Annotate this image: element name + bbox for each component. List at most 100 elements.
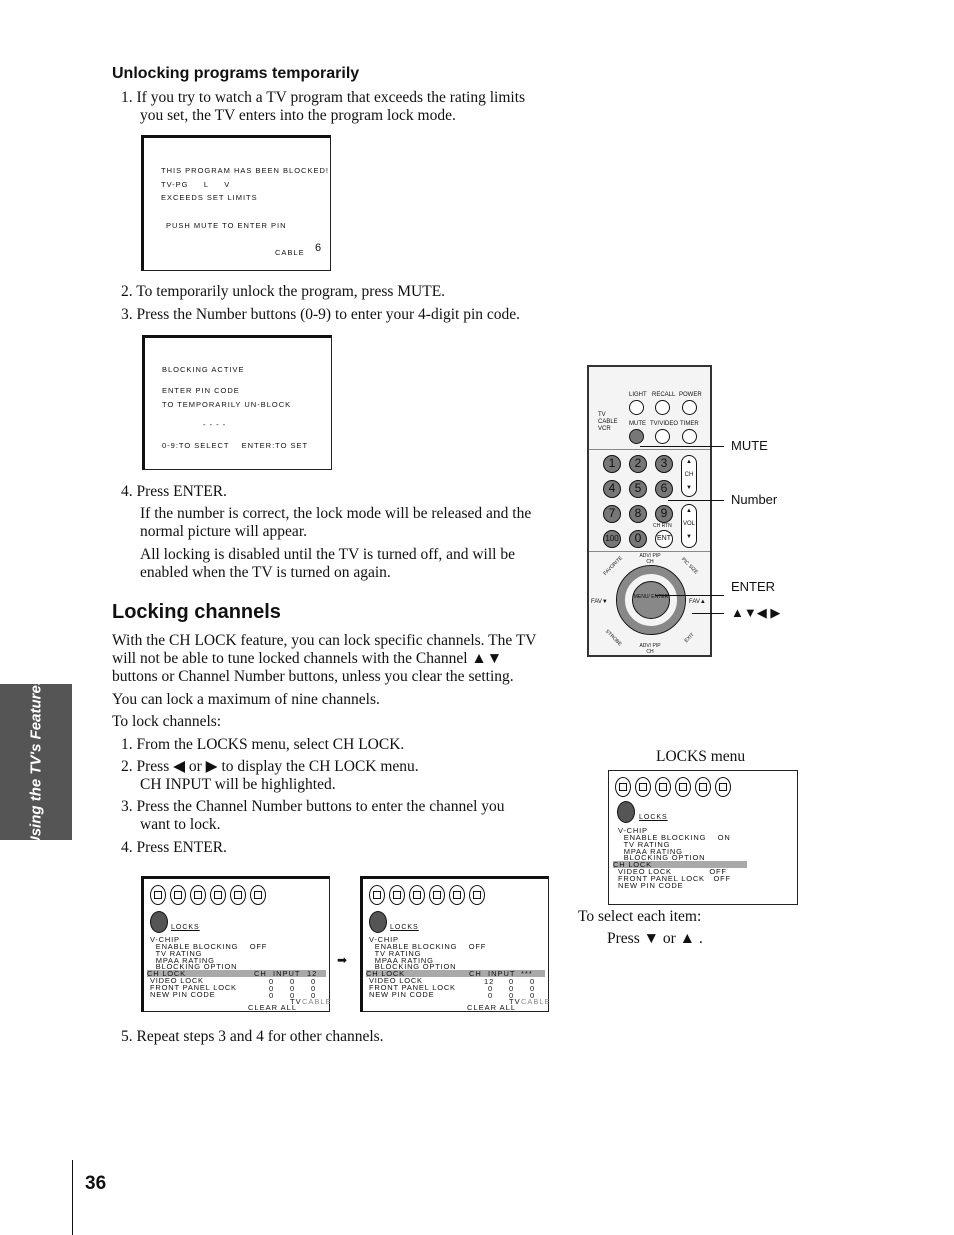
power-button[interactable] [682,400,697,415]
timer-label: TIMER [680,421,699,427]
section-tab-label: Using the TV's Features [27,676,45,848]
switch-cable[interactable]: CABLE [598,419,618,425]
number-button-8[interactable]: 8 [629,505,647,523]
number-button-100[interactable]: 100 [603,530,621,548]
pic-size-button[interactable]: PIC SIZE [680,557,699,576]
clear-all[interactable]: CLEAR ALL [467,1003,516,1012]
callout-line [640,446,724,447]
ch-lock-screen-before: LOCKS V-CHIP ENABLE BLOCKING OFF TV RATI… [141,876,332,1012]
audio-icon [170,885,186,905]
setup-icon [190,885,206,905]
number-button-2[interactable]: 2 [629,455,647,473]
body-text: You can lock a maximum of nine channels. [112,691,380,708]
number-button-0[interactable]: 0 [629,530,647,548]
arrow-right-icon: ➡ [337,953,348,967]
locks-menu-icon [369,911,387,933]
mute-label: MUTE [629,421,646,427]
ent-button[interactable]: ENT [655,530,673,548]
favorite-button[interactable]: FAVORITE [602,555,623,576]
margin-rule [72,1160,73,1235]
step-text: 1. If you try to watch a TV program that… [121,89,526,106]
menu-title: LOCKS [171,924,200,931]
step-text: you set, the TV enters into the program … [140,107,456,124]
section-heading: Locking channels [112,601,281,623]
light-label: LIGHT [629,392,647,398]
pin-entry: - - - - [203,420,227,429]
source-label: CABLE [275,248,305,257]
nav-down-label: ADV/ PIP CH [639,643,661,655]
switch-vcr[interactable]: VCR [598,426,611,432]
menu-icons [615,777,731,797]
fav-left-button[interactable]: FAV▼ [591,599,608,605]
exit-button[interactable]: EXIT [684,632,696,644]
channel-rocker[interactable]: ▲ CH ▼ [681,455,697,497]
callout-arrows: ▲▼◀ ▶ [731,605,781,620]
locks-menu-screen: LOCKS V-CHIP ENABLE BLOCKING ON TV RATIN… [608,770,798,905]
locks-icon [715,777,731,797]
channel-number: 6 [315,242,323,254]
grid-cell: 0 [488,991,494,1000]
step-text: 2. Press ◀ or ▶ to display the CH LOCK m… [121,758,419,775]
strobe-button[interactable]: STROBE [604,629,623,648]
option-icon [675,777,691,797]
screen-line: TV-PG L V [161,180,231,189]
clear-all[interactable]: CLEAR ALL [248,1003,297,1012]
step-text: enabled when the TV is turned on again. [140,564,391,581]
vol-label: VOL [682,521,695,527]
theater-icon [449,885,465,905]
power-label: POWER [679,392,702,398]
locks-icon [469,885,485,905]
menu-enter-button[interactable]: MENU/ ENTER [632,581,670,619]
pin-screen: BLOCKING ACTIVE ENTER PIN CODE TO TEMPOR… [142,335,332,470]
timer-button[interactable] [682,429,697,444]
step-text: want to lock. [140,816,221,833]
page-number: 36 [85,1173,107,1194]
screen-line: THIS PROGRAM HAS BEEN BLOCKED! [161,166,329,175]
locks-menu-caption: LOCKS menu [656,748,746,765]
grid-cell: 0 [269,991,275,1000]
number-button-7[interactable]: 7 [603,505,621,523]
menu-title: LOCKS [639,814,668,821]
audio-icon [635,777,651,797]
number-button-9[interactable]: 9 [655,505,673,523]
body-text: To lock channels: [112,713,222,730]
picture-icon [369,885,385,905]
tvvideo-button[interactable] [655,429,670,444]
option-icon [429,885,445,905]
callout-line [668,500,724,501]
screen-line: EXCEEDS SET LIMITS [161,193,258,202]
callout-line [692,613,724,614]
number-button-4[interactable]: 4 [603,480,621,498]
ch-lock-screen-after: LOCKS V-CHIP ENABLE BLOCKING OFF TV RATI… [360,876,550,1012]
number-button-3[interactable]: 3 [655,455,673,473]
fav-right-button[interactable]: FAV▲ [689,599,706,605]
number-button-6[interactable]: 6 [655,480,673,498]
tvvideo-label: TV/VIDEO [650,421,679,427]
step-text: 4. Press ENTER. [121,839,227,856]
select-instruction: To select each item: [578,908,702,925]
volume-rocker[interactable]: ▲ VOL ▼ [681,504,697,548]
cable-label: CABLE [302,997,332,1006]
step-text: CH INPUT will be highlighted. [140,776,336,793]
switch-tv[interactable]: TV [598,412,606,418]
section-heading: Unlocking programs temporarily [112,65,360,82]
step-text: All locking is disabled until the TV is … [140,546,515,563]
screen-line: ENTER PIN CODE [162,386,240,395]
mute-button[interactable] [629,429,644,444]
picture-icon [615,777,631,797]
number-button-5[interactable]: 5 [629,480,647,498]
screen-line: TO TEMPORARILY UN-BLOCK [162,400,292,409]
select-instruction: Press ▼ or ▲ . [607,930,703,947]
recall-button[interactable] [655,400,670,415]
menu-row: NEW PIN CODE [618,881,684,890]
audio-icon [389,885,405,905]
number-button-1[interactable]: 1 [603,455,621,473]
light-button[interactable] [629,400,644,415]
ch-label: CH [684,472,694,478]
locks-menu-icon [150,911,168,933]
recall-label: RECALL [652,392,676,398]
step-text: 5. Repeat steps 3 and 4 for other channe… [121,1028,384,1045]
divider [589,551,710,552]
callout-number: Number [731,492,778,507]
menu-icons [369,885,485,905]
